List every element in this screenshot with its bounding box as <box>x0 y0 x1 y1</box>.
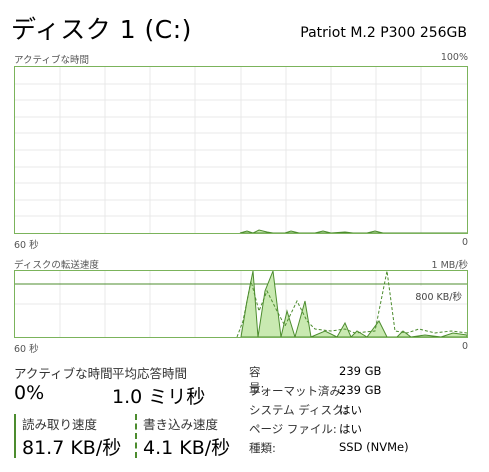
active-time-graph-max: 100% <box>440 52 468 63</box>
active-time-graph-duration: 60 秒 <box>14 240 39 251</box>
write-speed-indicator <box>135 414 137 458</box>
active-time-value: 0% <box>14 382 45 404</box>
property-key: システム ディスク: <box>249 403 348 417</box>
property-value: はい <box>339 403 362 417</box>
active-time-graph-plot <box>15 67 467 233</box>
property-value: はい <box>339 422 362 436</box>
property-key: ページ ファイル: <box>249 422 337 436</box>
transfer-rate-graph-label: ディスクの転送速度 <box>14 260 99 271</box>
avg-response-value: 1.0 ミリ秒 <box>112 386 206 408</box>
property-value: 239 GB <box>339 364 382 378</box>
transfer-rate-ref-label: 800 KB/秒 <box>415 292 462 303</box>
active-time-graph <box>14 66 468 234</box>
disk-model: Patriot M.2 P300 256GB <box>300 25 467 41</box>
property-value: 239 GB <box>339 383 382 397</box>
transfer-rate-graph-min: 0 <box>461 341 468 352</box>
active-time-label: アクティブな時間 <box>14 366 113 381</box>
property-key: 種類: <box>249 441 276 455</box>
read-speed-indicator <box>14 414 16 458</box>
property-key: フォーマット済み: <box>249 384 345 398</box>
write-speed-label: 書き込み速度 <box>143 417 219 432</box>
active-time-graph-label: アクティブな時間 <box>14 55 89 66</box>
transfer-rate-graph-max: 1 MB/秒 <box>431 260 468 271</box>
property-value: SSD (NVMe) <box>339 440 409 454</box>
disk-title: ディスク 1 (C:) <box>11 15 192 44</box>
transfer-rate-graph-plot <box>15 271 467 337</box>
read-speed-value: 81.7 KB/秒 <box>22 437 122 459</box>
transfer-rate-graph: 800 KB/秒 <box>14 270 468 338</box>
read-speed-label: 読み取り速度 <box>22 417 98 432</box>
avg-response-label: 平均応答時間 <box>112 366 188 381</box>
transfer-rate-graph-duration: 60 秒 <box>14 344 39 355</box>
active-time-graph-min: 0 <box>461 237 468 248</box>
write-speed-value: 4.1 KB/秒 <box>143 437 231 459</box>
